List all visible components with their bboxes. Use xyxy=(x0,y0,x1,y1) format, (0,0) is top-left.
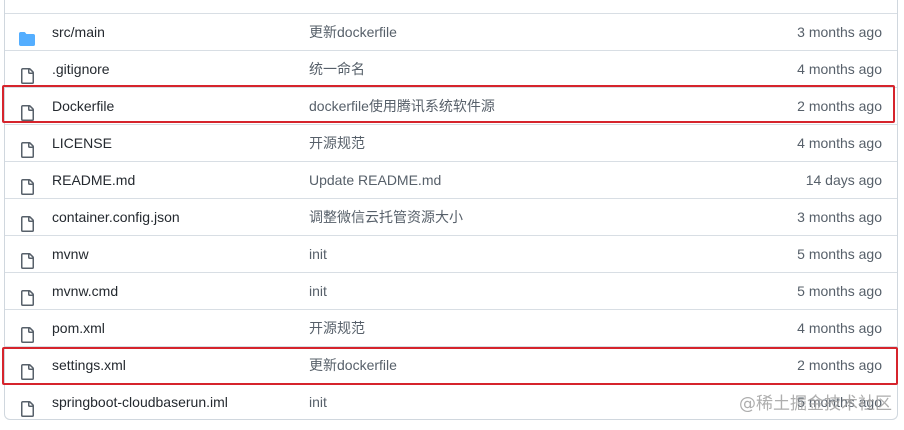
commit-age: 5 months ago xyxy=(797,283,882,299)
commit-message-link[interactable]: Update README.md xyxy=(309,162,441,198)
file-row[interactable]: settings.xml 更新dockerfile 2 months ago xyxy=(5,346,897,383)
commit-age: 5 months ago xyxy=(797,246,882,262)
file-name-link[interactable]: settings.xml xyxy=(52,347,126,383)
commit-age: 2 months ago xyxy=(797,357,882,373)
file-name-link[interactable]: LICENSE xyxy=(52,125,112,161)
commit-message-link[interactable]: 更新dockerfile xyxy=(309,347,397,383)
file-name-link[interactable]: README.md xyxy=(52,162,135,198)
file-row[interactable]: LICENSE 开源规范 4 months ago xyxy=(5,124,897,161)
file-name-link[interactable]: container.config.json xyxy=(52,199,180,235)
file-list: src/main 更新dockerfile 3 months ago .gitigno… xyxy=(4,0,898,420)
file-row[interactable]: src/main 更新dockerfile 3 months ago xyxy=(5,13,897,50)
file-row[interactable]: mvnw.cmd init 5 months ago xyxy=(5,272,897,309)
commit-age: 3 months ago xyxy=(797,209,882,225)
commit-age: 4 months ago xyxy=(797,135,882,151)
file-icon xyxy=(19,172,35,195)
file-name-link[interactable]: mvnw xyxy=(52,236,89,272)
file-row[interactable]: pom.xml 开源规范 4 months ago xyxy=(5,309,897,346)
commit-age: 4 months ago xyxy=(797,320,882,336)
file-icon xyxy=(19,283,35,306)
file-row[interactable]: Dockerfile dockerfile使用腾讯系统软件源 2 months ag… xyxy=(5,87,897,124)
commit-message-link[interactable]: 开源规范 xyxy=(309,310,365,346)
commit-message-link[interactable]: init xyxy=(309,273,327,309)
file-name-link[interactable]: mvnw.cmd xyxy=(52,273,118,309)
file-icon xyxy=(19,394,35,417)
commit-age: 3 months ago xyxy=(797,24,882,40)
file-icon xyxy=(19,135,35,158)
file-icon xyxy=(19,357,35,380)
commit-age: 4 months ago xyxy=(797,61,882,77)
commit-message-link[interactable]: 调整微信云托管资源大小 xyxy=(309,199,463,235)
file-row[interactable]: README.md Update README.md 14 days ago xyxy=(5,161,897,198)
commit-message-link[interactable]: 统一命名 xyxy=(309,51,365,87)
commit-age: 2 months ago xyxy=(797,98,882,114)
folder-icon xyxy=(19,24,35,46)
file-icon xyxy=(19,61,35,84)
file-name-link[interactable]: src/main xyxy=(52,14,105,50)
file-icon xyxy=(19,209,35,232)
file-row[interactable]: .gitignore 统一命名 4 months ago xyxy=(5,50,897,87)
file-name-link[interactable]: Dockerfile xyxy=(52,88,114,124)
file-row[interactable]: mvnw init 5 months ago xyxy=(5,235,897,272)
file-icon xyxy=(19,320,35,343)
file-name-link[interactable]: .gitignore xyxy=(52,51,110,87)
commit-message-link[interactable]: 更新dockerfile xyxy=(309,14,397,50)
commit-age: 14 days ago xyxy=(805,172,882,188)
watermark: @稀土掘金技术社区 xyxy=(739,394,892,414)
commit-message-link[interactable]: init xyxy=(309,384,327,420)
file-name-link[interactable]: springboot-cloudbaserun.iml xyxy=(52,384,228,420)
file-icon xyxy=(19,246,35,269)
commit-message-link[interactable]: init xyxy=(309,236,327,272)
file-icon xyxy=(19,98,35,121)
file-row[interactable]: container.config.json 调整微信云托管资源大小 3 months… xyxy=(5,198,897,235)
commit-message-link[interactable]: dockerfile使用腾讯系统软件源 xyxy=(309,88,495,124)
file-name-link[interactable]: pom.xml xyxy=(52,310,105,346)
commit-message-link[interactable]: 开源规范 xyxy=(309,125,365,161)
